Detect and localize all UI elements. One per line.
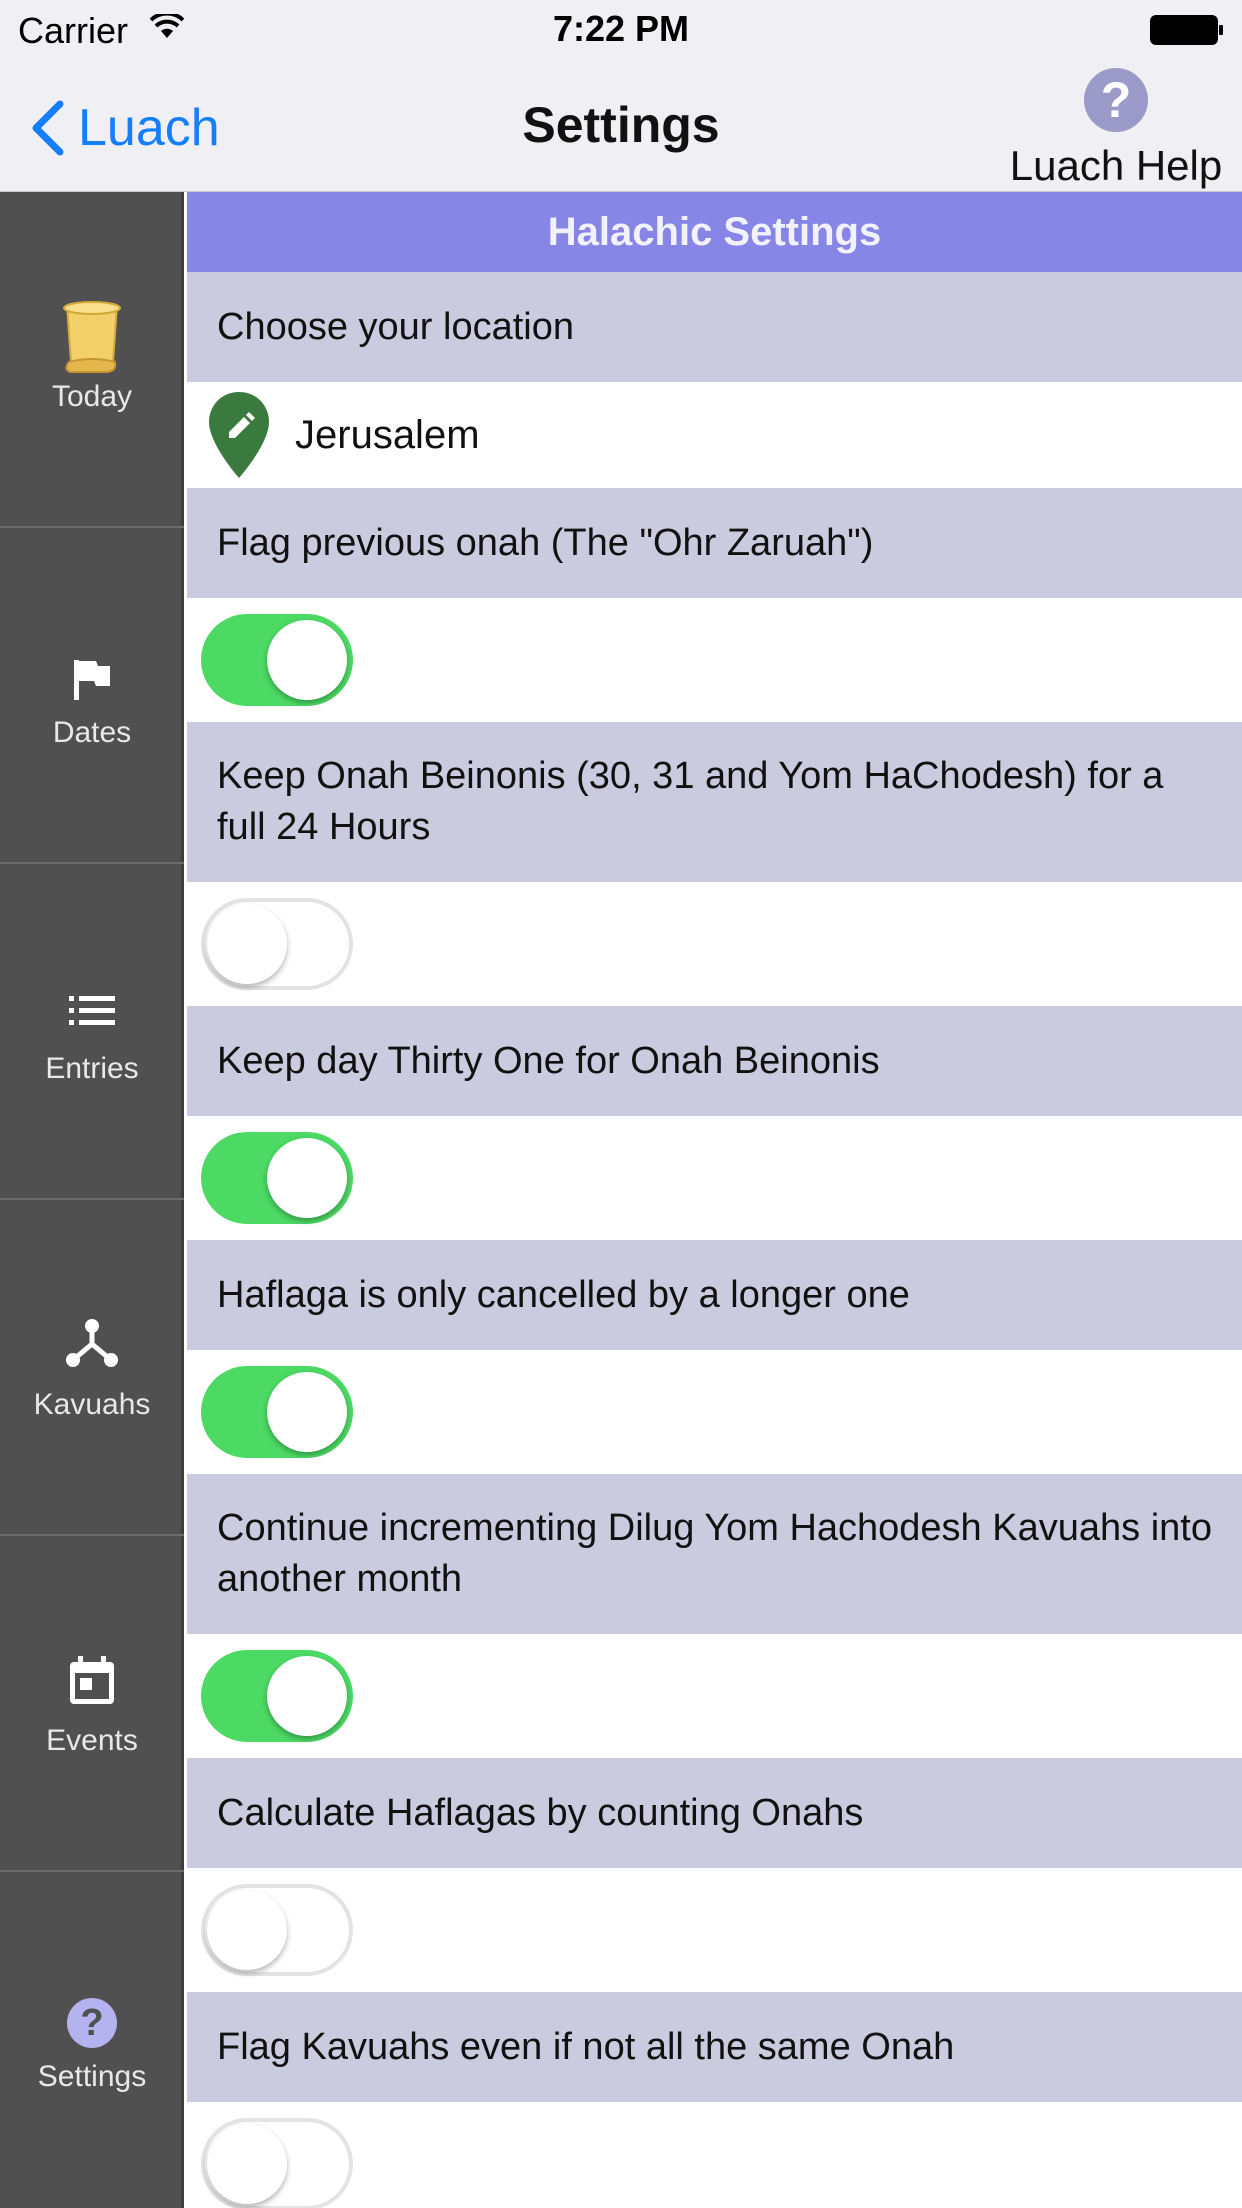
luach-help-button[interactable]: ? Luach Help — [1006, 68, 1226, 189]
chevron-left-icon — [32, 100, 64, 156]
tab-label: Settings — [37, 2060, 147, 2093]
setting-toggle-row — [187, 2102, 1242, 2208]
toggle-switch[interactable] — [201, 2118, 353, 2208]
tab-settings[interactable]: ? Settings — [0, 1872, 184, 2208]
tab-entries[interactable]: Entries — [0, 864, 184, 1200]
location-value: Jerusalem — [295, 412, 480, 457]
toggle-knob — [207, 1890, 287, 1970]
setting-toggle-row — [187, 1634, 1242, 1758]
toggle-knob — [267, 620, 347, 700]
setting-label: Haflaga is only cancelled by a longer on… — [187, 1240, 1242, 1350]
toggle-switch[interactable] — [201, 1366, 353, 1458]
list-icon — [0, 994, 184, 1028]
toggle-switch[interactable] — [201, 614, 353, 706]
toggle-switch[interactable] — [201, 1884, 353, 1976]
toggle-knob — [207, 2124, 287, 2204]
setting-toggle-row — [187, 1116, 1242, 1240]
toggle-switch[interactable] — [201, 1650, 353, 1742]
setting-label: Flag Kavuahs even if not all the same On… — [187, 1992, 1242, 2102]
setting-label: Calculate Haflagas by counting Onahs — [187, 1758, 1242, 1868]
setting-toggle-row — [187, 1350, 1242, 1474]
tab-label: Today — [51, 380, 133, 413]
tab-kavuahs[interactable]: Kavuahs — [0, 1200, 184, 1536]
setting-toggle-row — [187, 1868, 1242, 1992]
back-button[interactable]: Luach — [26, 98, 220, 158]
setting-toggle-row — [187, 598, 1242, 722]
section-header: Halachic Settings — [187, 192, 1242, 272]
tab-today[interactable]: Today — [0, 192, 184, 528]
back-button-label: Luach — [78, 99, 220, 157]
flag-icon — [0, 658, 184, 702]
help-circle-icon: ? — [0, 1998, 184, 2048]
status-time: 7:22 PM — [552, 8, 690, 49]
tab-label: Kavuahs — [33, 1388, 151, 1421]
calendar-icon — [0, 1656, 184, 1706]
status-bar: Carrier 7:22 PM — [0, 0, 1242, 60]
toggle-switch[interactable] — [201, 1132, 353, 1224]
toggle-knob — [267, 1138, 347, 1218]
sidebar: Today Dates Entries Kavuahs Events ? Set… — [0, 192, 184, 2208]
battery-icon — [1150, 15, 1223, 45]
toggle-switch[interactable] — [201, 898, 353, 990]
settings-list: Halachic Settings Choose your location J… — [187, 192, 1242, 2208]
settings-tab-glyph: ? — [67, 1998, 117, 2048]
toggle-knob — [207, 904, 287, 984]
setting-label: Keep day Thirty One for Onah Beinonis — [187, 1006, 1242, 1116]
network-icon — [0, 1318, 184, 1368]
help-icon: ? — [1084, 68, 1148, 132]
tab-label: Dates — [52, 716, 132, 749]
setting-label: Keep Onah Beinonis (30, 31 and Yom HaCho… — [187, 722, 1242, 882]
navigation-bar: Luach Settings ? Luach Help — [0, 60, 1242, 192]
tab-events[interactable]: Events — [0, 1536, 184, 1872]
tab-dates[interactable]: Dates — [0, 528, 184, 864]
setting-label: Continue incrementing Dilug Yom Hachodes… — [187, 1474, 1242, 1634]
toggle-knob — [267, 1656, 347, 1736]
setting-label: Flag previous onah (The "Ohr Zaruah") — [187, 488, 1242, 598]
luach-help-label: Luach Help — [1009, 142, 1223, 189]
toggle-knob — [267, 1372, 347, 1452]
scroll-icon — [0, 300, 184, 376]
location-row[interactable]: Jerusalem — [187, 382, 1242, 488]
tab-label: Entries — [45, 1052, 139, 1085]
map-pin-edit-icon — [209, 392, 269, 478]
tab-label: Events — [46, 1724, 138, 1757]
setting-toggle-row — [187, 882, 1242, 1006]
setting-label-location: Choose your location — [187, 272, 1242, 382]
